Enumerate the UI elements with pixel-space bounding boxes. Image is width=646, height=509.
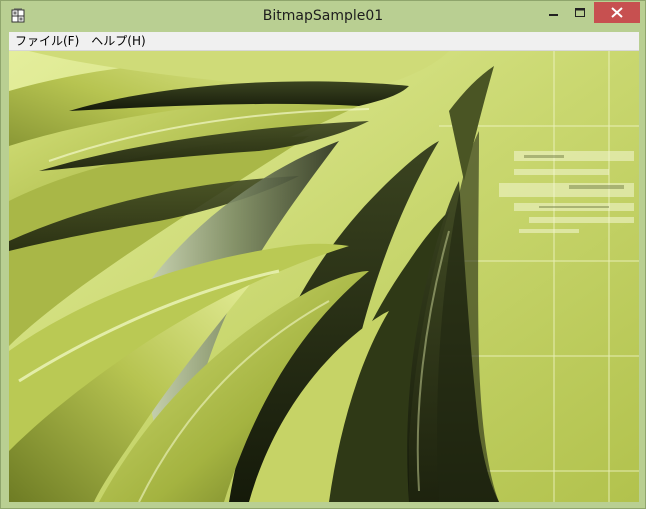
menu-file[interactable]: ファイル(F) [9,32,85,51]
close-icon [611,3,623,22]
menu-help[interactable]: ヘルプ(H) [85,32,151,51]
minimize-icon [548,3,559,22]
minimize-button[interactable] [540,2,567,23]
bitmap-canvas[interactable] [9,51,639,502]
bitmap-image [9,51,639,502]
app-window: BitmapSample01 ファイル(F) ヘルプ(H) [0,0,646,509]
maximize-icon [575,3,586,22]
maximize-button[interactable] [567,2,594,23]
close-button[interactable] [594,2,640,23]
title-bar[interactable]: BitmapSample01 [1,1,645,32]
menu-bar: ファイル(F) ヘルプ(H) [9,32,639,51]
